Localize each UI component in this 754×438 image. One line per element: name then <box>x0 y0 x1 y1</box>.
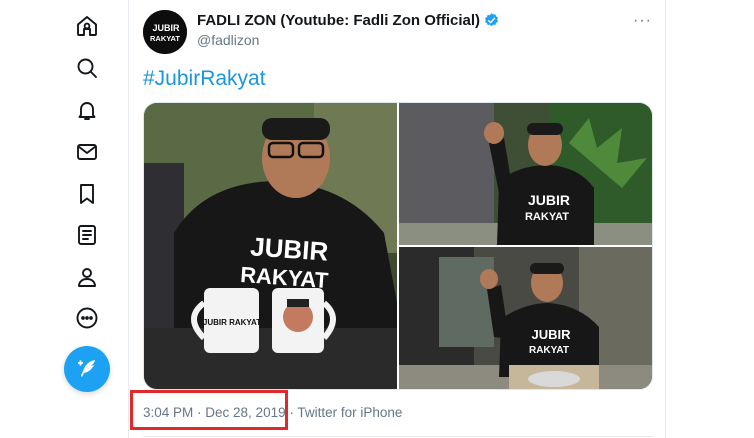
tweet-photo-2[interactable]: JUBIR RAKYAT <box>399 103 652 245</box>
photo-2-shirt-line1: JUBIR <box>528 192 570 208</box>
display-name[interactable]: FADLI ZON (Youtube: Fadli Zon Official) <box>197 12 480 29</box>
tweet-photo-3[interactable]: JUBIR RAKYAT <box>399 247 652 389</box>
photo-3-shirt-line2: RAKYAT <box>529 345 569 356</box>
sidebar-nav <box>0 0 128 438</box>
avatar-text-1: JUBIR <box>152 23 180 33</box>
avatar-text-2: RAKYAT <box>150 34 180 43</box>
tweet-media-grid: JUBIR RAKYAT JUBIR RAKYAT JUBIR RAKYAT J… <box>143 102 653 390</box>
photo-1-mug-label: JUBIR RAKYAT <box>203 318 261 327</box>
more-options-icon[interactable]: ··· <box>633 12 652 30</box>
compose-tweet-icon <box>78 360 95 377</box>
tweet-detail: JUBIR RAKYAT FADLI ZON (Youtube: Fadli Z… <box>128 0 666 438</box>
notifications-icon[interactable] <box>74 97 100 123</box>
author-name-row: FADLI ZON (Youtube: Fadli Zon Official) <box>197 12 500 29</box>
tweet-photo-1[interactable]: JUBIR RAKYAT JUBIR RAKYAT <box>144 103 397 389</box>
bookmarks-icon[interactable] <box>74 181 100 207</box>
avatar[interactable]: JUBIR RAKYAT <box>143 10 187 54</box>
lists-icon[interactable] <box>74 222 100 248</box>
messages-icon[interactable] <box>74 139 100 165</box>
compose-tweet-button[interactable] <box>64 346 110 392</box>
more-icon[interactable] <box>74 305 100 331</box>
photo-3-shirt-line1: JUBIR <box>531 327 571 342</box>
timestamp-highlight-box <box>130 390 288 430</box>
photo-1-shirt-line1: JUBIR <box>249 231 329 266</box>
tweet-source[interactable]: Twitter for iPhone <box>297 405 402 420</box>
tweet-hashtag[interactable]: #JubirRakyat <box>143 67 266 91</box>
search-icon[interactable] <box>74 55 100 81</box>
home-icon[interactable] <box>74 13 100 39</box>
verified-badge-icon <box>485 13 498 27</box>
divider <box>143 436 653 437</box>
photo-2-shirt-line2: RAKYAT <box>525 211 569 223</box>
author-handle[interactable]: @fadlizon <box>197 32 259 48</box>
profile-icon[interactable] <box>74 264 100 290</box>
